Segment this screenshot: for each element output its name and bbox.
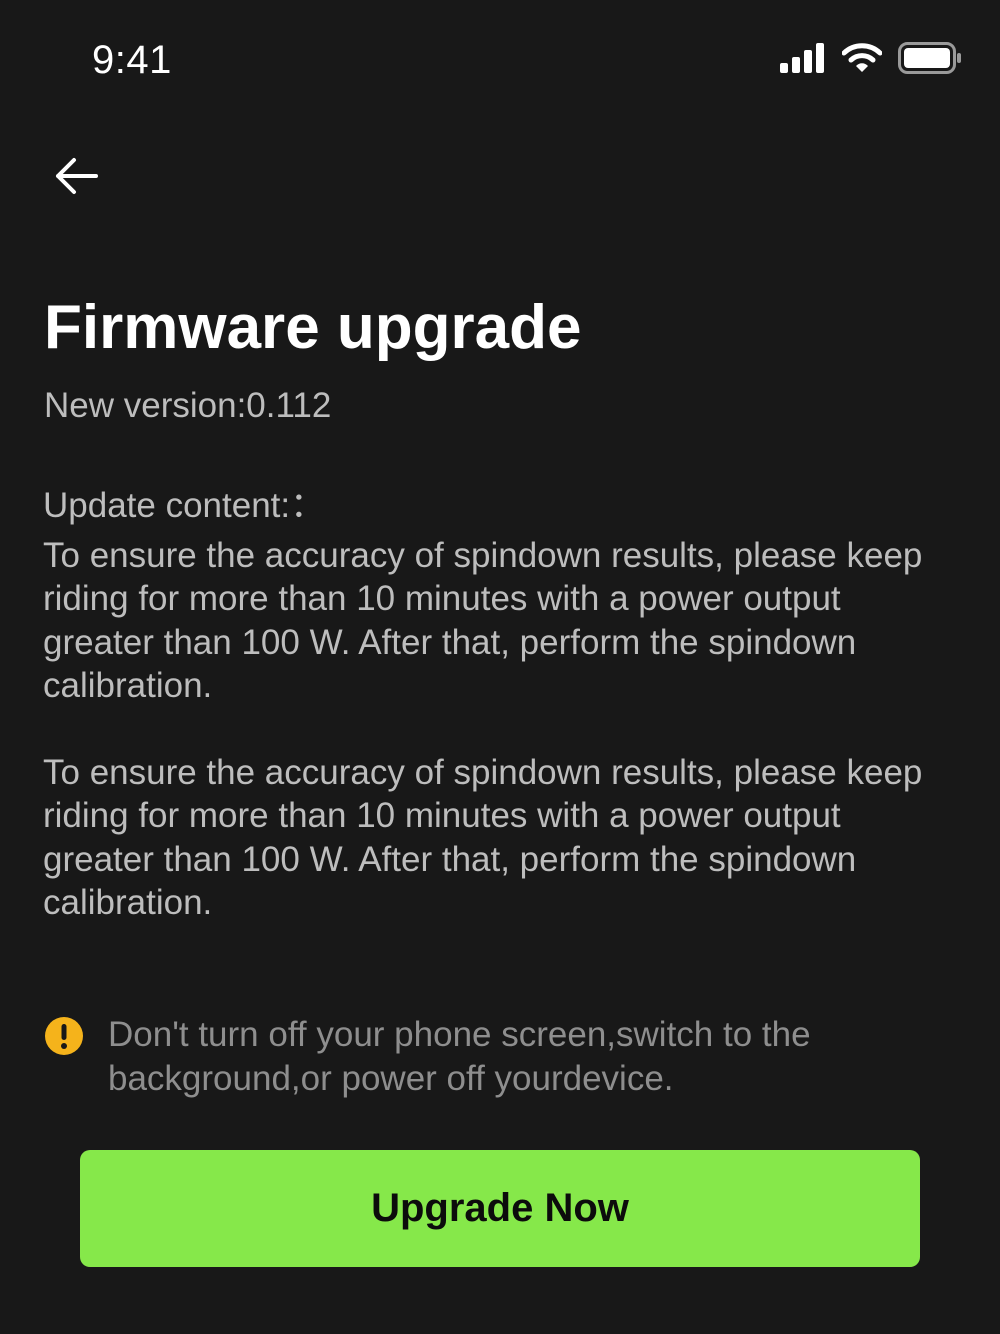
- warning-icon: [44, 1016, 84, 1056]
- warning-notice: Don't turn off your phone screen,switch …: [44, 1013, 944, 1100]
- wifi-icon: [841, 43, 883, 78]
- arrow-left-icon: [52, 156, 100, 201]
- update-content: Update content:： To ensure the accuracy …: [43, 484, 943, 925]
- battery-icon: [898, 42, 962, 79]
- cellular-signal-icon: [780, 43, 826, 78]
- update-heading: Update content:：: [43, 486, 326, 525]
- update-paragraph-1: To ensure the accuracy of spindown resul…: [43, 535, 923, 706]
- upgrade-now-button[interactable]: Upgrade Now: [80, 1150, 920, 1267]
- update-paragraph-2: To ensure the accuracy of spindown resul…: [43, 752, 923, 923]
- page-title: Firmware upgrade: [44, 293, 582, 362]
- warning-text: Don't turn off your phone screen,switch …: [108, 1015, 811, 1098]
- back-button[interactable]: [48, 150, 104, 206]
- status-time: 9:41: [92, 38, 172, 82]
- version-label: New version:0.112: [44, 386, 332, 425]
- status-bar: 9:41: [0, 0, 1000, 120]
- status-icons: [780, 42, 962, 79]
